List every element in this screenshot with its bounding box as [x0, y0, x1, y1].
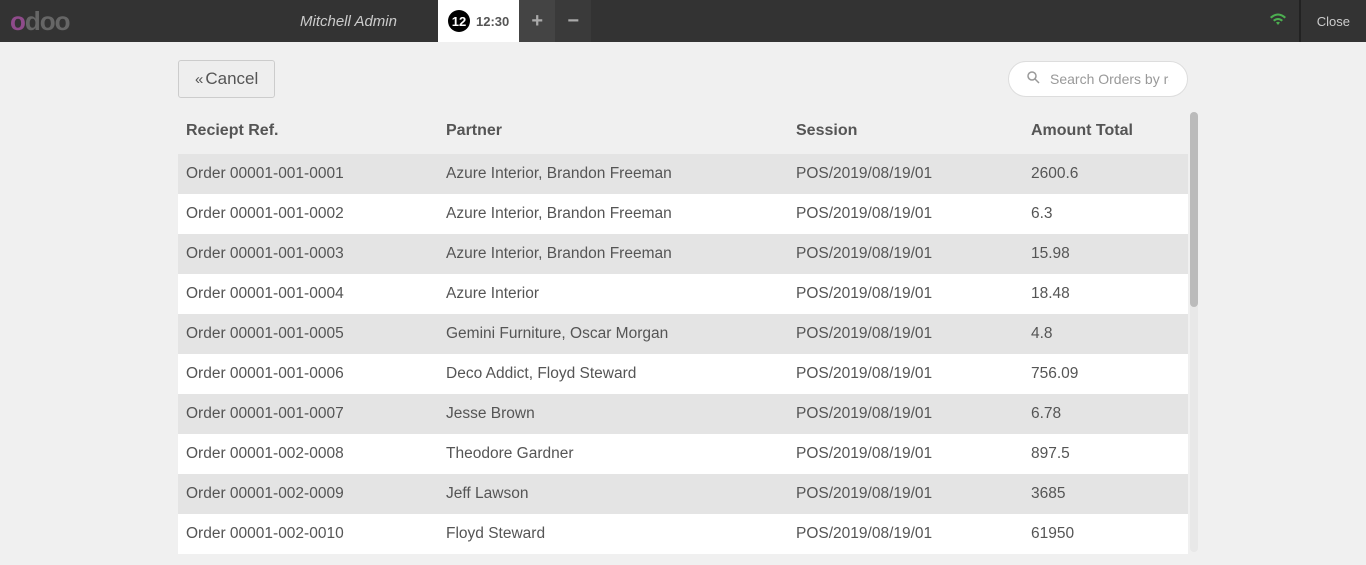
time-box[interactable]: 12 12:30: [438, 0, 519, 42]
table-row[interactable]: Order 00001-001-0002Azure Interior, Bran…: [178, 194, 1188, 234]
col-header-amount: Amount Total: [1023, 112, 1188, 154]
scrollbar-thumb[interactable]: [1190, 112, 1198, 307]
search-icon: [1027, 71, 1040, 87]
cell-session: POS/2019/08/19/01: [788, 194, 1023, 234]
cell-ref: Order 00001-001-0003: [178, 234, 438, 274]
plus-button[interactable]: +: [519, 0, 555, 42]
cell-partner: Azure Interior: [438, 274, 788, 314]
cell-session: POS/2019/08/19/01: [788, 434, 1023, 474]
cell-amount: 4.8: [1023, 314, 1188, 354]
table-row[interactable]: Order 00001-001-0003Azure Interior, Bran…: [178, 234, 1188, 274]
cell-amount: 3685: [1023, 474, 1188, 514]
col-header-session: Session: [788, 112, 1023, 154]
brand-logo[interactable]: odoo: [0, 6, 70, 37]
cell-partner: Azure Interior, Brandon Freeman: [438, 194, 788, 234]
cell-partner: Azure Interior, Brandon Freeman: [438, 154, 788, 194]
cell-amount: 6.3: [1023, 194, 1188, 234]
plus-icon: +: [531, 10, 543, 33]
cell-amount: 61950: [1023, 514, 1188, 554]
cell-session: POS/2019/08/19/01: [788, 314, 1023, 354]
scrollbar[interactable]: [1190, 112, 1198, 554]
cell-ref: Order 00001-002-0009: [178, 474, 438, 514]
cell-ref: Order 00001-002-0010: [178, 514, 438, 554]
cell-ref: Order 00001-001-0006: [178, 354, 438, 394]
cell-partner: Azure Interior, Brandon Freeman: [438, 234, 788, 274]
table-row[interactable]: Order 00001-001-0006Deco Addict, Floyd S…: [178, 354, 1188, 394]
table-row[interactable]: Order 00001-002-0010Floyd StewardPOS/201…: [178, 514, 1188, 554]
cell-amount: 2600.6: [1023, 154, 1188, 194]
table-row[interactable]: Order 00001-002-0008Theodore GardnerPOS/…: [178, 434, 1188, 474]
cell-partner: Theodore Gardner: [438, 434, 788, 474]
cell-session: POS/2019/08/19/01: [788, 234, 1023, 274]
cell-ref: Order 00001-001-0001: [178, 154, 438, 194]
cell-amount: 18.48: [1023, 274, 1188, 314]
table-row[interactable]: Order 00001-001-0005Gemini Furniture, Os…: [178, 314, 1188, 354]
cell-ref: Order 00001-002-0008: [178, 434, 438, 474]
cell-partner: Jeff Lawson: [438, 474, 788, 514]
table-row[interactable]: Order 00001-001-0001Azure Interior, Bran…: [178, 154, 1188, 194]
table-row[interactable]: Order 00001-002-0009Jeff LawsonPOS/2019/…: [178, 474, 1188, 514]
cell-session: POS/2019/08/19/01: [788, 354, 1023, 394]
table-wrap: Reciept Ref. Partner Session Amount Tota…: [178, 112, 1188, 554]
cancel-button[interactable]: « Cancel: [178, 60, 275, 98]
cell-session: POS/2019/08/19/01: [788, 274, 1023, 314]
day-indicator: 12: [448, 10, 470, 32]
cell-ref: Order 00001-001-0007: [178, 394, 438, 434]
cell-partner: Deco Addict, Floyd Steward: [438, 354, 788, 394]
search-box[interactable]: [1008, 61, 1188, 97]
cell-session: POS/2019/08/19/01: [788, 514, 1023, 554]
table-row[interactable]: Order 00001-001-0004Azure InteriorPOS/20…: [178, 274, 1188, 314]
cell-partner: Jesse Brown: [438, 394, 788, 434]
cell-session: POS/2019/08/19/01: [788, 394, 1023, 434]
orders-table: Reciept Ref. Partner Session Amount Tota…: [178, 112, 1188, 554]
table-row[interactable]: Order 00001-001-0007Jesse BrownPOS/2019/…: [178, 394, 1188, 434]
cell-amount: 897.5: [1023, 434, 1188, 474]
cell-amount: 6.78: [1023, 394, 1188, 434]
cell-amount: 756.09: [1023, 354, 1188, 394]
topbar: odoo Mitchell Admin 12 12:30 + − Close: [0, 0, 1366, 42]
minus-button[interactable]: −: [555, 0, 591, 42]
col-header-ref: Reciept Ref.: [178, 112, 438, 154]
cell-partner: Gemini Furniture, Oscar Morgan: [438, 314, 788, 354]
search-input[interactable]: [1050, 71, 1169, 87]
cell-session: POS/2019/08/19/01: [788, 474, 1023, 514]
user-name[interactable]: Mitchell Admin: [300, 13, 397, 30]
chevron-left-icon: «: [195, 71, 199, 88]
cell-ref: Order 00001-001-0004: [178, 274, 438, 314]
toolbar: « Cancel: [178, 60, 1188, 98]
time-text: 12:30: [476, 14, 509, 29]
cell-partner: Floyd Steward: [438, 514, 788, 554]
cell-session: POS/2019/08/19/01: [788, 154, 1023, 194]
minus-icon: −: [567, 10, 579, 33]
cell-amount: 15.98: [1023, 234, 1188, 274]
cancel-label: Cancel: [205, 69, 258, 89]
topbar-right: Close: [1257, 0, 1366, 42]
col-header-partner: Partner: [438, 112, 788, 154]
cell-ref: Order 00001-001-0002: [178, 194, 438, 234]
content: « Cancel Reciept Ref. Partner Session Am…: [0, 42, 1366, 554]
wifi-icon: [1257, 12, 1299, 31]
table-header-row: Reciept Ref. Partner Session Amount Tota…: [178, 112, 1188, 154]
time-block: 12 12:30 + −: [438, 0, 591, 42]
close-button[interactable]: Close: [1300, 0, 1366, 42]
cell-ref: Order 00001-001-0005: [178, 314, 438, 354]
